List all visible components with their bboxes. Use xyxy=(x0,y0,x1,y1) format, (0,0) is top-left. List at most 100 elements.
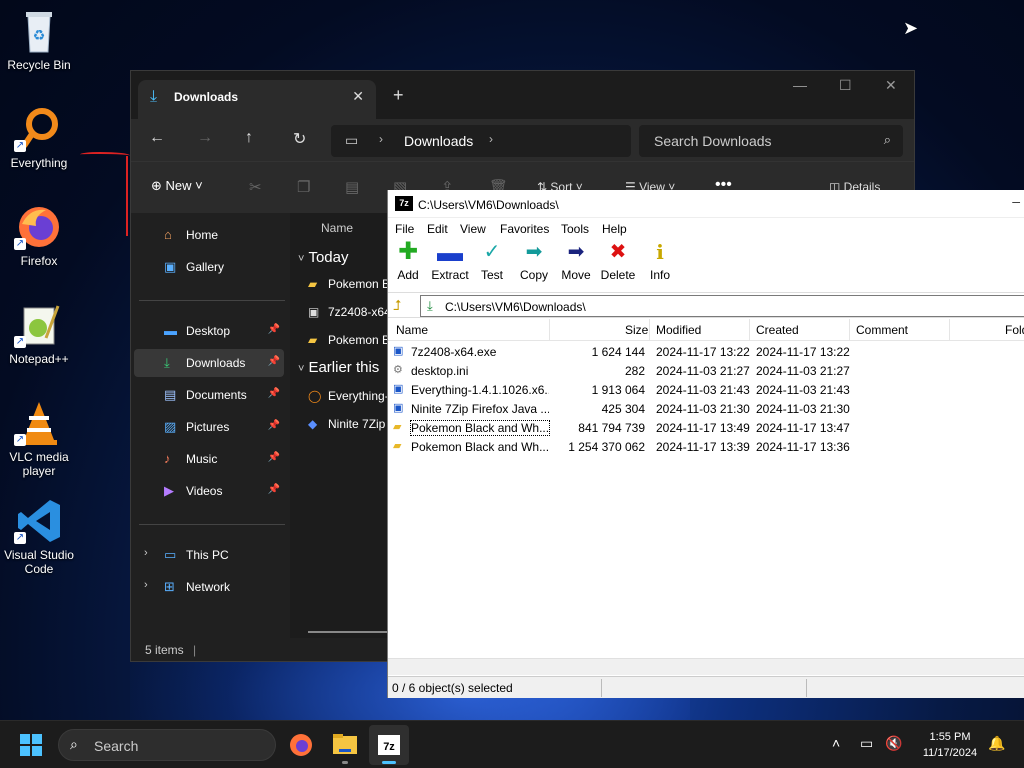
sidebar-item-videos[interactable]: ▶ Videos 📌 xyxy=(134,477,284,505)
delete-button[interactable]: ✖ Delete xyxy=(595,240,641,282)
column-divider[interactable] xyxy=(849,319,850,341)
add-button[interactable]: ✚ Add xyxy=(385,240,431,283)
menu-edit[interactable]: Edit xyxy=(427,222,448,236)
menu-favorites[interactable]: Favorites xyxy=(500,222,549,236)
chevron-right-icon[interactable]: › xyxy=(489,132,493,146)
sidebar-item-pictures[interactable]: ▨ Pictures 📌 xyxy=(134,413,284,441)
column-header-comment[interactable]: Comment xyxy=(856,323,908,337)
close-tab-icon[interactable]: ✕ xyxy=(352,88,364,105)
list-item[interactable]: ▰ Pokemon B xyxy=(308,333,390,347)
desktop-icon-vscode[interactable]: ↗ Visual Studio Code xyxy=(0,498,78,576)
sidebar-item-music[interactable]: ♪ Music 📌 xyxy=(134,445,284,473)
info-button[interactable]: i Info xyxy=(637,240,683,282)
table-row[interactable]: ▣ Ninite 7Zip Firefox Java ... 425 304 2… xyxy=(388,399,1024,418)
taskbar-file-explorer[interactable] xyxy=(325,725,365,765)
pin-icon[interactable]: 📌 xyxy=(268,452,280,463)
pin-icon[interactable]: 📌 xyxy=(268,420,280,431)
list-item[interactable]: ◆ Ninite 7Zip xyxy=(308,417,385,431)
close-window-icon[interactable]: ✕ xyxy=(885,77,897,94)
list-item[interactable]: ▰ Pokemon B xyxy=(308,277,390,291)
cut-icon[interactable]: ✂ xyxy=(249,178,262,196)
pin-icon[interactable]: 📌 xyxy=(268,356,280,367)
address-bar[interactable]: ▭ › Downloads › xyxy=(331,125,631,157)
up-arrow-icon[interactable]: ↑ xyxy=(245,129,253,147)
sidebar-item-network[interactable]: › ⊞ Network xyxy=(134,573,284,601)
table-row[interactable]: ▣ 7z2408-x64.exe 1 624 144 2024-11-17 13… xyxy=(388,342,1024,361)
pin-icon[interactable]: 📌 xyxy=(268,324,280,335)
desktop-icon-everything[interactable]: ↗ Everything xyxy=(0,106,78,170)
column-divider[interactable] xyxy=(949,319,950,341)
taskbar-search[interactable]: ⌕ Search xyxy=(58,729,276,761)
copy-button[interactable]: ➡ Copy xyxy=(511,240,557,282)
path-input[interactable]: ⤓ C:\Users\VM6\Downloads\ xyxy=(420,295,1024,317)
start-button[interactable] xyxy=(20,734,42,756)
refresh-icon[interactable]: ↻ xyxy=(293,129,306,149)
network-status-icon[interactable]: ▭ xyxy=(860,735,873,752)
sidebar-item-home[interactable]: ⌂ Home xyxy=(134,221,284,249)
taskbar-firefox[interactable] xyxy=(281,725,321,765)
7zip-window[interactable]: 7z C:\Users\VM6\Downloads\ – File Edit V… xyxy=(387,190,1024,698)
menu-view[interactable]: View xyxy=(460,222,486,236)
tab-downloads[interactable]: ⤓ Downloads ✕ xyxy=(138,80,376,119)
maximize-icon[interactable]: ☐ xyxy=(839,77,852,94)
column-divider[interactable] xyxy=(549,319,550,341)
menu-tools[interactable]: Tools xyxy=(561,222,589,236)
table-row[interactable]: ▰ Pokemon Black and Wh... 841 794 739 20… xyxy=(388,418,1024,437)
column-divider[interactable] xyxy=(749,319,750,341)
list-item[interactable]: ▣ 7z2408-x64 xyxy=(308,305,391,319)
minimize-icon[interactable]: – xyxy=(1012,193,1020,209)
copy-icon[interactable]: ❐ xyxy=(297,178,310,196)
column-header-name[interactable]: Name xyxy=(396,323,428,337)
column-header-created[interactable]: Created xyxy=(756,323,799,337)
new-tab-icon[interactable]: + xyxy=(393,85,404,106)
gallery-icon: ▣ xyxy=(164,259,177,274)
column-header-modified[interactable]: Modified xyxy=(656,323,701,337)
pin-icon[interactable]: 📌 xyxy=(268,484,280,495)
horizontal-scrollbar[interactable] xyxy=(388,658,1024,675)
search-input[interactable]: Search Downloads ⌕ xyxy=(639,125,903,157)
desktop-icon-recycle-bin[interactable]: ♻ Recycle Bin xyxy=(0,8,78,72)
sidebar-item-desktop[interactable]: ▬ Desktop 📌 xyxy=(134,317,284,345)
column-divider[interactable] xyxy=(649,319,650,341)
new-button[interactable]: ⊕ New ˅ xyxy=(151,178,203,194)
chevron-right-icon[interactable]: › xyxy=(144,579,148,591)
column-header-size[interactable]: Size xyxy=(625,323,648,337)
column-header-folders[interactable]: Fold xyxy=(1005,323,1024,337)
minimize-icon[interactable]: — xyxy=(793,77,807,93)
horizontal-scrollbar[interactable] xyxy=(308,631,388,633)
back-arrow-icon[interactable]: ← xyxy=(149,129,165,147)
chevron-up-icon[interactable]: ˄ xyxy=(832,735,840,751)
sidebar-item-downloads[interactable]: ⤓ Downloads 📌 xyxy=(134,349,284,377)
move-button[interactable]: ➡ Move xyxy=(553,240,599,282)
breadcrumb-downloads[interactable]: Downloads xyxy=(404,133,473,149)
chevron-right-icon[interactable]: › xyxy=(144,547,148,559)
desktop-icon-vlc[interactable]: ↗ VLC media player xyxy=(0,400,78,478)
table-row[interactable]: ▣ Everything-1.4.1.1026.x6... 1 913 064 … xyxy=(388,380,1024,399)
row-name: desktop.ini xyxy=(411,364,469,378)
taskbar-7zip[interactable]: 7z xyxy=(369,725,409,765)
folder-up-icon[interactable]: ⮥ xyxy=(393,297,401,314)
notification-bell-icon[interactable]: 🔔 xyxy=(988,735,1005,752)
system-clock[interactable]: 1:55 PM 11/17/2024 xyxy=(910,729,990,761)
desktop-icon-notepad-plus-plus[interactable]: ↗ Notepad++ xyxy=(0,302,78,366)
sidebar-item-documents[interactable]: ▤ Documents 📌 xyxy=(134,381,284,409)
menu-help[interactable]: Help xyxy=(602,222,627,236)
extract-button[interactable]: ▬ Extract xyxy=(427,239,473,282)
table-row[interactable]: ▰ Pokemon Black and Wh... 1 254 370 062 … xyxy=(388,437,1024,456)
volume-muted-icon[interactable]: 🔇 xyxy=(885,735,902,752)
sidebar-item-gallery[interactable]: ▣ Gallery xyxy=(134,253,284,281)
table-row[interactable]: ⚙ desktop.ini 282 2024-11-03 21:27 2024-… xyxy=(388,361,1024,380)
list-item[interactable]: ◯ Everything- xyxy=(308,389,389,403)
sidebar-divider xyxy=(139,524,285,525)
menu-file[interactable]: File xyxy=(395,222,414,236)
test-button[interactable]: ✓ Test xyxy=(469,240,515,282)
desktop-icon-firefox[interactable]: ↗ Firefox xyxy=(0,204,78,268)
column-header-name[interactable]: Name xyxy=(321,221,353,235)
group-header-earlier[interactable]: ˅ Earlier this xyxy=(298,359,379,376)
pin-icon[interactable]: 📌 xyxy=(268,388,280,399)
forward-arrow-icon[interactable]: → xyxy=(197,129,213,147)
paste-icon[interactable]: ▤ xyxy=(345,178,359,196)
group-header-today[interactable]: ˅ Today xyxy=(298,249,348,266)
chevron-right-icon[interactable]: › xyxy=(379,132,383,146)
sidebar-item-this-pc[interactable]: › ▭ This PC xyxy=(134,541,284,569)
